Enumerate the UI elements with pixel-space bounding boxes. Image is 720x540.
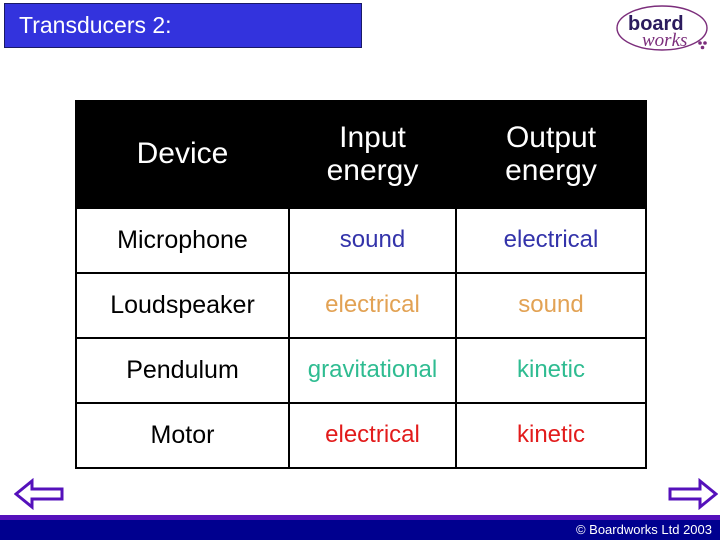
cell-output-energy: sound — [455, 272, 647, 339]
column-header-output-energy: Output energy — [455, 100, 647, 209]
table-row: Microphone sound electrical — [75, 207, 647, 274]
table-row: Pendulum gravitational kinetic — [75, 337, 647, 404]
logo-word-works: works — [642, 30, 687, 51]
slide-title-banner: Transducers 2: — [4, 3, 362, 48]
cell-output-energy: kinetic — [455, 337, 647, 404]
cell-device: Microphone — [75, 207, 290, 274]
header-line: Input — [339, 121, 406, 155]
copyright-notice: © Boardworks Ltd 2003 — [575, 522, 712, 537]
column-header-input-energy: Input energy — [288, 100, 457, 209]
cell-device: Loudspeaker — [75, 272, 290, 339]
energy-conversion-table: Device Input energy Output energy Microp… — [75, 100, 647, 469]
cell-device: Motor — [75, 402, 290, 469]
cell-device: Pendulum — [75, 337, 290, 404]
cell-output-energy: kinetic — [455, 402, 647, 469]
table-row: Loudspeaker electrical sound — [75, 272, 647, 339]
table-header-row: Device Input energy Output energy — [75, 100, 647, 209]
boardworks-logo-icon: board works — [616, 5, 708, 51]
column-header-device: Device — [75, 100, 290, 209]
page-title: Transducers 2: — [19, 12, 172, 38]
table-row: Motor electrical kinetic — [75, 402, 647, 469]
header-line: energy — [326, 153, 419, 187]
header-line: Device — [136, 137, 229, 171]
previous-slide-button[interactable] — [13, 477, 64, 511]
boardworks-logo: board works — [610, 2, 714, 54]
cell-input-energy: electrical — [288, 402, 457, 469]
cell-input-energy: sound — [288, 207, 457, 274]
cell-input-energy: gravitational — [288, 337, 457, 404]
next-slide-button[interactable] — [668, 477, 719, 511]
arrow-right-icon[interactable] — [668, 477, 719, 511]
cell-output-energy: electrical — [455, 207, 647, 274]
cell-input-energy: electrical — [288, 272, 457, 339]
header-line: energy — [505, 153, 597, 187]
header-line: Output — [505, 121, 597, 155]
arrow-left-icon[interactable] — [13, 477, 64, 511]
